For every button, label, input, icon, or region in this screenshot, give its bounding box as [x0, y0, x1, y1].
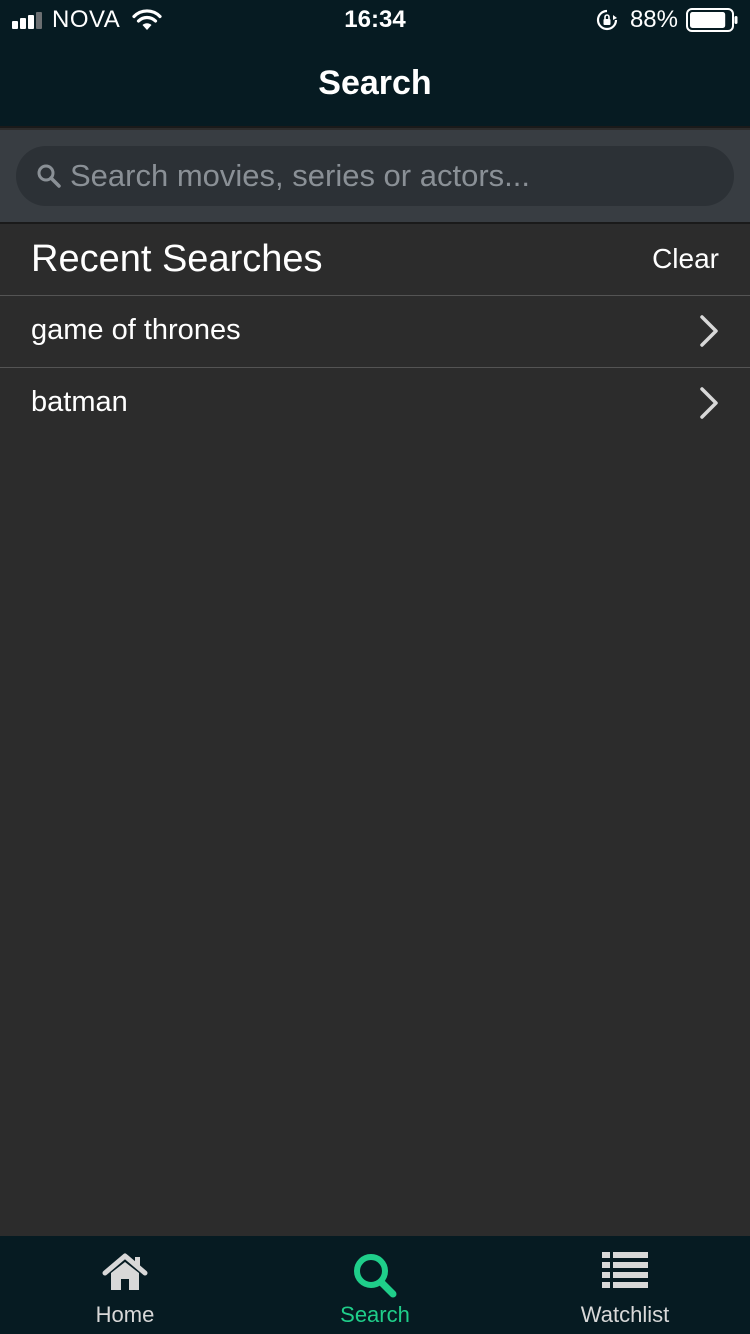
recent-search-item[interactable]: batman [0, 368, 750, 440]
nav-bar: Search [0, 40, 750, 128]
battery-icon [686, 8, 738, 32]
magnifier-icon [37, 164, 61, 188]
battery-percent: 88% [629, 6, 678, 33]
page-title: Search [318, 64, 432, 102]
tab-search-label: Search [340, 1302, 410, 1327]
rotation-lock-icon [596, 9, 618, 31]
search-field[interactable] [16, 146, 734, 206]
chevron-right-icon [700, 315, 718, 347]
screen: NOVA 16:34 88% Search Search movies, ser… [0, 0, 750, 1334]
home-icon [102, 1253, 148, 1290]
tab-watchlist-label: Watchlist [580, 1302, 670, 1327]
search-bar [0, 130, 750, 224]
tab-home-label: Home [95, 1302, 155, 1327]
tab-watchlist[interactable]: Watchlist [500, 1236, 750, 1334]
search-icon [354, 1254, 397, 1298]
recent-search-label: batman [31, 386, 128, 418]
search-input[interactable] [70, 146, 734, 206]
tab-search[interactable]: Search [250, 1236, 500, 1334]
tab-home[interactable]: Home [0, 1236, 250, 1334]
status-right: 88% [596, 0, 738, 40]
recent-search-item[interactable]: game of thrones [0, 296, 750, 368]
chevron-right-icon [700, 387, 718, 419]
tab-bar: Home Search Watchlist [0, 1236, 750, 1334]
clear-button[interactable]: Clear [652, 243, 719, 275]
recent-searches-header: Recent Searches Clear [0, 224, 750, 296]
status-bar: NOVA 16:34 88% [0, 0, 750, 40]
list-icon [602, 1252, 648, 1288]
recent-search-label: game of thrones [31, 314, 241, 346]
recent-searches-title: Recent Searches [31, 238, 323, 280]
recent-searches-list: game of thrones batman [0, 296, 750, 440]
